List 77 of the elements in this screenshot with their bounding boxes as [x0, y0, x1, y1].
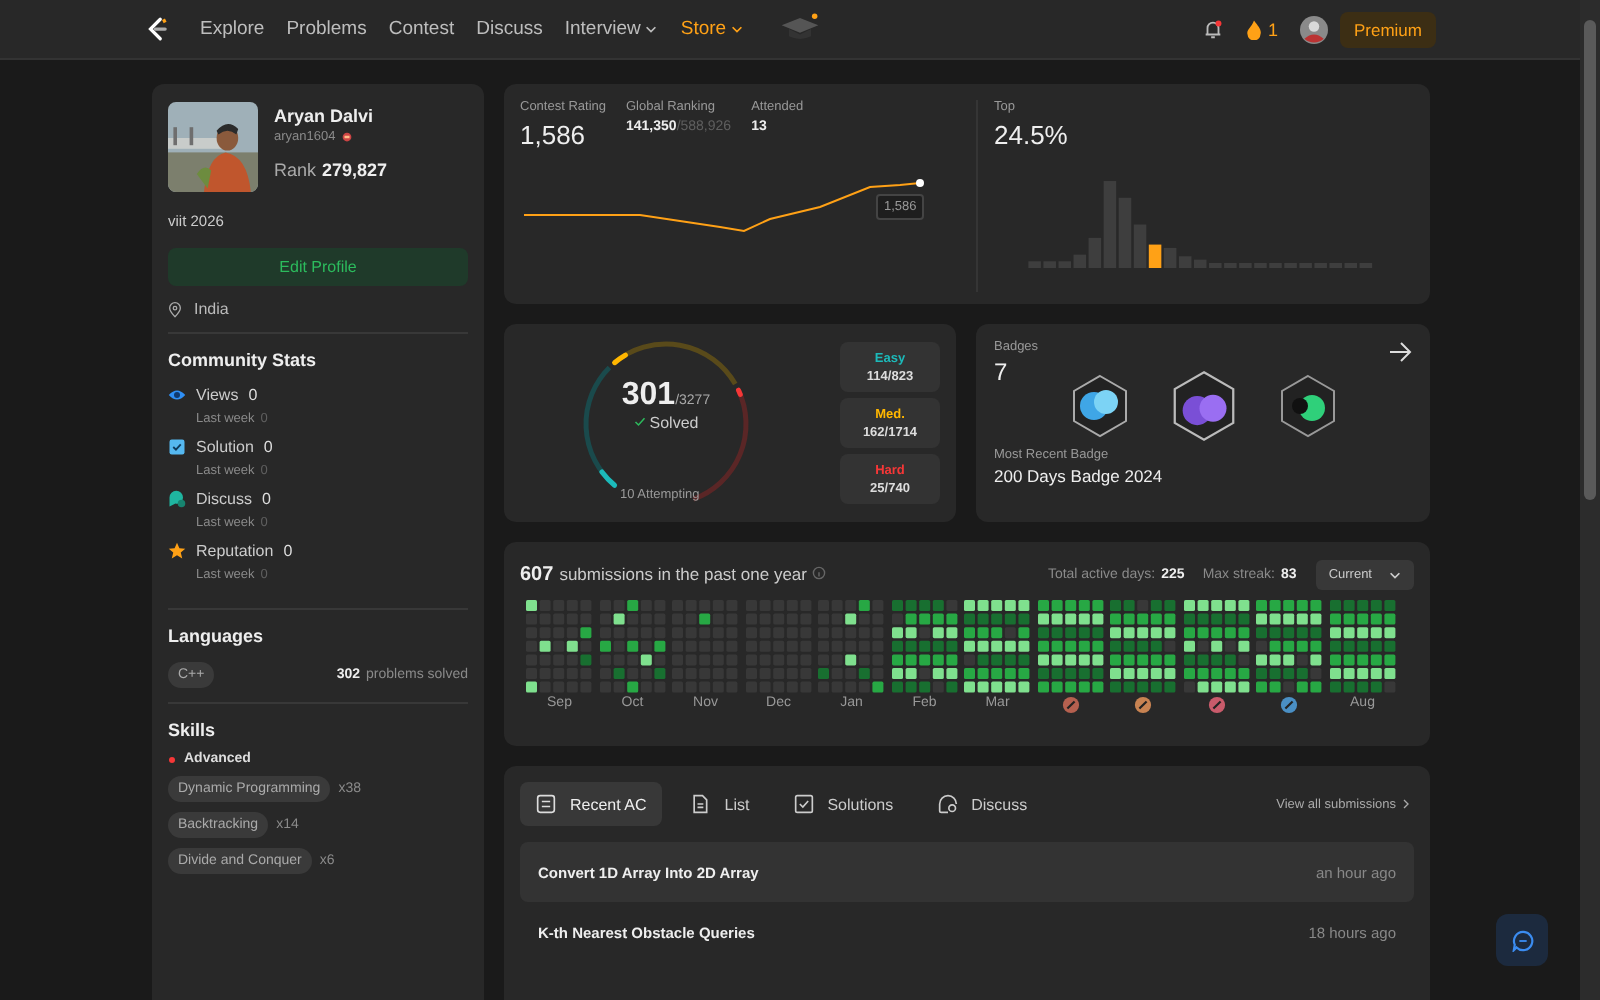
tab[interactable]: List — [674, 782, 766, 826]
activity-grid-drawing — [1110, 600, 1177, 694]
arrow-right-icon[interactable] — [1388, 340, 1412, 364]
avatar-icon[interactable] — [1299, 15, 1328, 43]
badge-icon[interactable] — [1277, 374, 1337, 438]
caret-icon — [730, 22, 745, 36]
section-title: Community Stats — [168, 350, 319, 370]
location-icon — [168, 301, 182, 317]
tab[interactable]: Recent AC — [520, 782, 663, 826]
stat-value: 0 — [283, 542, 293, 560]
checkbox-icon — [168, 438, 186, 456]
chat-icon — [937, 794, 958, 814]
badge-icon[interactable] — [1169, 370, 1237, 442]
tab[interactable]: Discuss — [921, 782, 1044, 826]
activity-grid-drawing — [964, 600, 1031, 694]
solved-count: 301 — [621, 377, 676, 413]
nav-link[interactable]: Discuss — [476, 18, 543, 40]
caret-icon — [644, 22, 659, 36]
nav-menu[interactable]: Store — [680, 18, 745, 40]
streak-count: 1 — [1267, 19, 1278, 39]
badge-count: 7 — [994, 358, 1010, 386]
flame-icon[interactable] — [1245, 19, 1262, 39]
tab[interactable]: Solutions — [777, 782, 910, 826]
caret-icon — [1388, 568, 1402, 582]
recent-badge-name: 200 Days Badge 2024 — [994, 466, 1165, 486]
solved-label: Solved — [649, 413, 699, 431]
nav-link[interactable]: Contest — [388, 18, 455, 40]
top-percentage: 24.5% — [994, 120, 1070, 150]
logo-icon[interactable] — [144, 16, 170, 42]
stat-label: Views — [196, 386, 239, 404]
section-title: Skills — [168, 720, 218, 740]
badge-icon[interactable] — [1134, 696, 1153, 714]
activity-grid-drawing — [818, 600, 885, 694]
submission-label: submissions in the past one year — [559, 564, 807, 584]
stat-label: Discuss — [196, 490, 253, 508]
stat-value: 0 — [263, 438, 273, 456]
dot-icon — [168, 755, 176, 763]
star-icon — [168, 542, 186, 560]
chat-icon — [168, 490, 186, 508]
section-title: Languages — [168, 626, 266, 646]
activity-grid-drawing — [1037, 600, 1104, 694]
nav-link[interactable]: Explore — [200, 18, 265, 40]
user-name: Aryan Dalvi — [274, 106, 376, 126]
checkbox-icon — [793, 794, 814, 814]
badge-icon[interactable] — [1280, 696, 1299, 714]
stat-label: Solution — [196, 438, 254, 456]
stat-value: 0 — [262, 490, 271, 508]
eye-icon — [168, 386, 186, 404]
bell-icon[interactable] — [1201, 18, 1224, 40]
activity-grid-drawing — [526, 600, 593, 694]
chevron-right-icon — [1402, 798, 1410, 810]
location-text: India — [194, 300, 229, 318]
stat-value: 0 — [248, 386, 258, 404]
rank-label: Rank — [274, 160, 317, 180]
checklist-icon — [536, 794, 556, 814]
flag-icon — [341, 132, 352, 142]
badge-icon[interactable] — [1069, 374, 1129, 438]
chat-icon — [1511, 929, 1533, 951]
chat-button[interactable] — [1496, 914, 1548, 966]
stat-label: Reputation — [196, 542, 274, 560]
premium-button[interactable]: Premium — [1339, 11, 1436, 47]
activity-grid-drawing — [1183, 600, 1250, 694]
activity-grid-drawing — [672, 600, 739, 694]
check-icon — [633, 416, 646, 428]
info-icon[interactable] — [812, 566, 827, 580]
rank-value: 279,827 — [322, 160, 388, 180]
nav-menu[interactable]: Interview — [564, 18, 659, 40]
submission-count: 607 — [520, 564, 554, 586]
activity-grid-drawing — [1256, 600, 1323, 694]
scrollbar[interactable] — [1580, 0, 1600, 1000]
edit-profile-button[interactable]: Edit Profile — [168, 248, 468, 286]
activity-grid-drawing — [891, 600, 958, 694]
nav-link[interactable]: Problems — [286, 18, 367, 40]
activity-grid-drawing — [599, 600, 666, 694]
contest-rating: 1,586 — [520, 120, 588, 150]
document-icon — [690, 794, 711, 814]
activity-grid-drawing — [1329, 600, 1396, 694]
